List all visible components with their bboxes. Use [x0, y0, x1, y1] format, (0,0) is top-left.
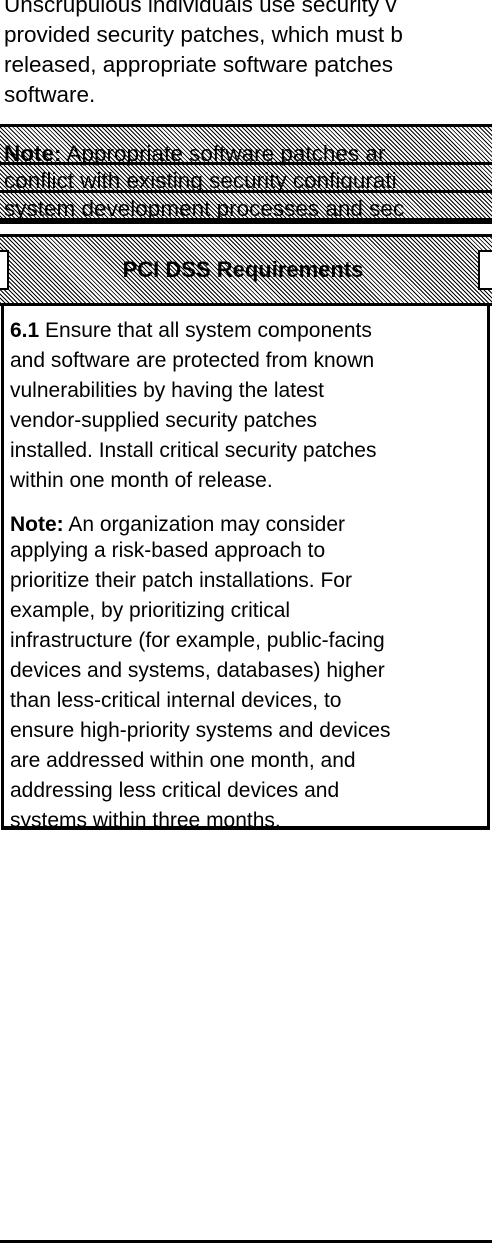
requirement-line: 6.1 Ensure that all system components: [10, 316, 377, 346]
note-text: Appropriate software patches ar: [61, 141, 386, 166]
note-line: prioritize their patch installations. Fo…: [10, 569, 352, 592]
note-line: Note: Appropriate software patches ar: [4, 141, 385, 167]
intro-paragraph: Unscrupulous individuals use security v …: [4, 0, 492, 110]
note-label: Note:: [10, 513, 64, 536]
note-line: example, by prioritizing critical: [10, 599, 291, 622]
requirement-note: Note: An organization may consider apply…: [10, 510, 391, 830]
note-line: infrastructure (for example, public-faci…: [10, 629, 385, 652]
requirement-line: within one month of release.: [10, 469, 273, 492]
requirement-line: and software are protected from known: [10, 349, 375, 372]
note-line: than less-critical internal devices, to: [10, 689, 342, 712]
note-line: system development processes and sec: [4, 196, 405, 221]
page-bottom-rule: [0, 1240, 492, 1243]
intro-line: released, appropriate software patches: [4, 52, 393, 77]
note-label: Note:: [4, 141, 62, 166]
intro-line: provided security patches, which must b: [4, 22, 403, 47]
requirement-text: Ensure that all system components: [39, 319, 372, 342]
requirement-number: 6.1: [10, 319, 40, 342]
note-line: are addressed within one month, and: [10, 749, 356, 772]
note-line: systems within three months.: [10, 809, 281, 830]
requirement-line: installed. Install critical security pat…: [10, 439, 377, 462]
intro-line: Unscrupulous individuals use security v: [4, 0, 397, 17]
requirements-table-cell: 6.1 Ensure that all system components an…: [1, 306, 490, 830]
requirement-line: vulnerabilities by having the latest: [10, 379, 325, 402]
column-title-pci-dss-requirements: PCI DSS Requirements: [122, 257, 364, 282]
guidance-note-box: Note: Appropriate software patches ar co…: [0, 124, 492, 224]
intro-line: software.: [4, 82, 96, 107]
note-line: conflict with existing security configur…: [4, 168, 397, 193]
note-line: devices and systems, databases) higher: [10, 659, 385, 682]
note-line: applying a risk-based approach to: [10, 539, 326, 562]
note-line: addressing less critical devices and: [10, 779, 340, 802]
requirement-line: vendor-supplied security patches: [10, 409, 318, 432]
note-line: ensure high-priority systems and devices: [10, 719, 391, 742]
requirement-6-1: 6.1 Ensure that all system components an…: [10, 316, 377, 496]
note-text: An organization may consider: [63, 513, 345, 536]
header-cell-right: [478, 250, 492, 290]
requirements-table-header: PCI DSS Requirements: [0, 234, 492, 306]
note-line: Note: An organization may consider: [10, 510, 391, 536]
